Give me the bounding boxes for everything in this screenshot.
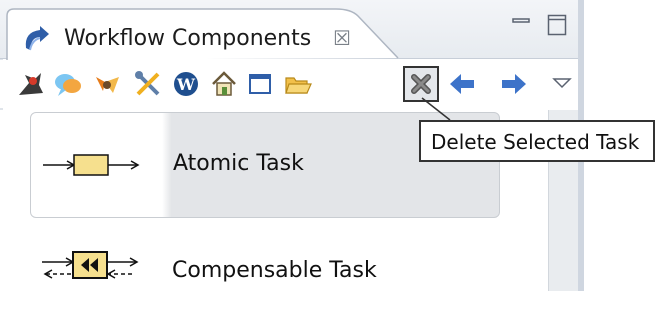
maximize-icon[interactable]: [547, 14, 567, 36]
delete-icon: [411, 74, 431, 94]
tooltip-pointer: [421, 97, 451, 121]
home-icon: [212, 71, 236, 96]
view-toolbar: W: [0, 60, 578, 108]
palette-item-compensable-task[interactable]: Compensable Task: [30, 226, 498, 330]
palette-item-label: Compensable Task: [172, 258, 377, 283]
compensable-task-icon: [42, 251, 139, 279]
tool-4-button[interactable]: [132, 68, 164, 100]
tooltip-text: Delete Selected Task: [431, 130, 640, 154]
tool-5-button[interactable]: W: [170, 68, 202, 100]
tool-3-icon: [96, 77, 119, 93]
open-folder-button[interactable]: [282, 68, 314, 100]
minimize-icon[interactable]: [512, 16, 530, 26]
window-icon: [249, 74, 271, 94]
window-button[interactable]: [244, 68, 276, 100]
forward-arrow-icon: [502, 74, 526, 94]
palette-item-label: Atomic Task: [173, 151, 304, 176]
tooltip: Delete Selected Task: [419, 120, 655, 162]
view-tab-strip: Workflow Components ☒: [0, 0, 578, 60]
close-view-icon[interactable]: ☒: [333, 26, 351, 50]
tool-2-icon: [55, 74, 81, 96]
tool-3-button[interactable]: [92, 68, 124, 100]
open-folder-icon: [285, 77, 312, 94]
tool-1-button[interactable]: [14, 68, 46, 100]
workflow-view-icon: [25, 26, 49, 51]
forward-button[interactable]: [498, 68, 530, 100]
tool-4-icon: [135, 71, 160, 96]
view-title: Workflow Components: [64, 26, 312, 51]
wordpress-icon: W: [174, 72, 198, 96]
tool-1-icon: [19, 73, 43, 95]
back-arrow-icon: [450, 74, 474, 94]
tool-2-button[interactable]: [52, 68, 84, 100]
view-menu-icon: [552, 78, 572, 89]
home-button[interactable]: [208, 68, 240, 100]
svg-text:W: W: [176, 75, 196, 94]
atomic-task-icon: [43, 154, 140, 176]
view-menu-button[interactable]: [546, 68, 578, 100]
view-tab[interactable]: Workflow Components ☒: [6, 8, 399, 60]
